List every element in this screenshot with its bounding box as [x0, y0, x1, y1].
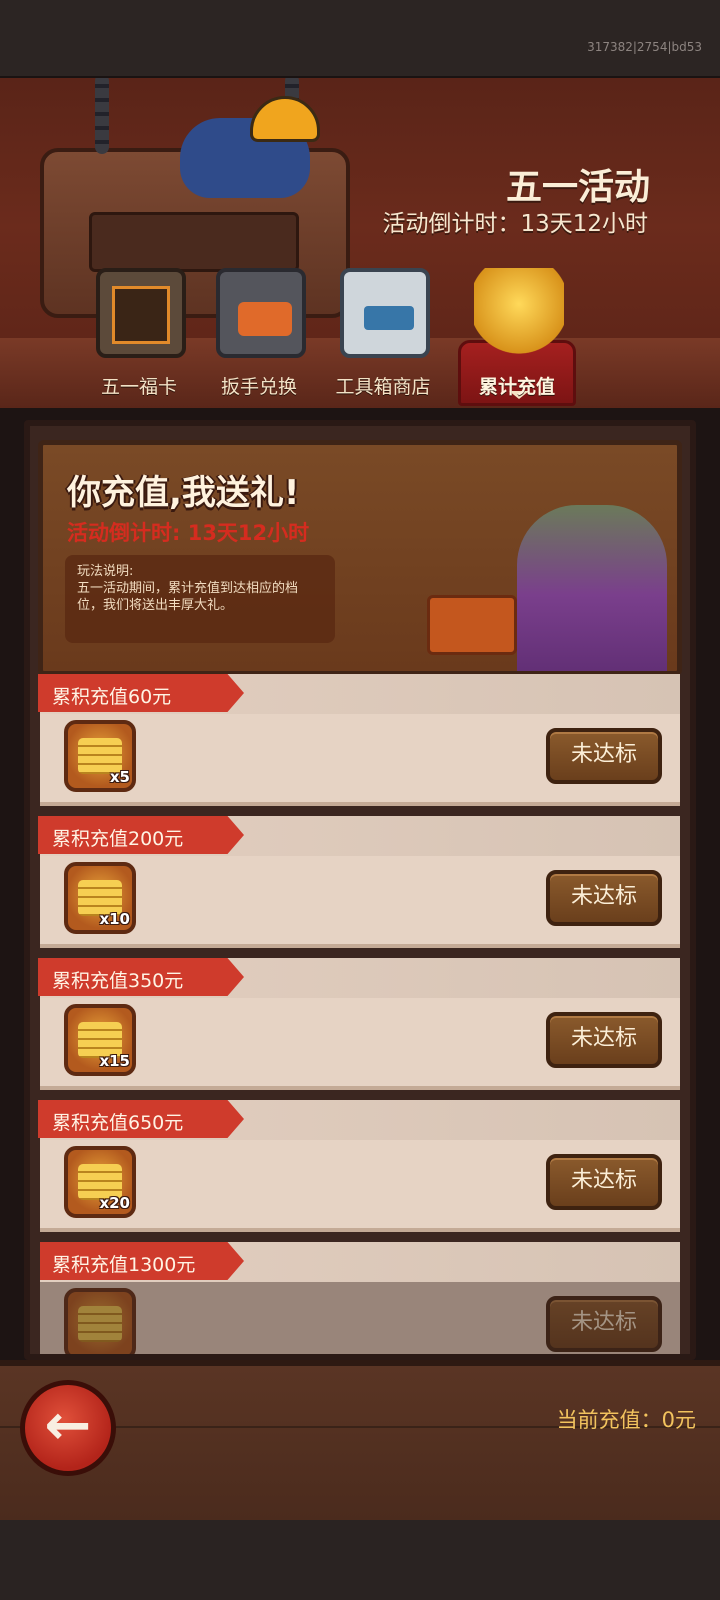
treasure-chest-icon [427, 595, 517, 655]
back-arrow-icon: ← [44, 1393, 92, 1458]
tier-tag: 累积充值200元 [38, 816, 244, 854]
row-header: 累积充值650元 [38, 1100, 680, 1140]
item-quantity: x20 [99, 1194, 130, 1212]
gold-bars-icon[interactable]: x10 [64, 862, 136, 934]
item-quantity: x5 [109, 768, 130, 786]
chain-decoration [95, 78, 109, 154]
rules-text: 五一活动期间，累计充值到达相应的档位，我们将送出丰厚大礼。 [77, 581, 299, 613]
gold-bars-icon[interactable]: x5 [64, 720, 136, 792]
row-header: 累积充值200元 [38, 816, 680, 856]
item-quantity: x10 [99, 910, 130, 928]
row-body: x15 未达标 [40, 998, 680, 1090]
tab-toolbox-shop[interactable]: 工具箱商店 [324, 268, 442, 408]
rules-heading: 玩法说明: [77, 564, 134, 579]
gold-bars-icon[interactable]: x20 [64, 1146, 136, 1218]
rules-box: 玩法说明: 五一活动期间，累计充值到达相应的档位，我们将送出丰厚大礼。 [65, 555, 335, 643]
tier-label: 累积充值200元 [52, 828, 184, 850]
banner-title: 你充值,我送礼! [67, 473, 300, 513]
status-button[interactable]: 未达标 [546, 1154, 662, 1210]
tab-label: 五一福卡 [100, 376, 177, 398]
tab-cumulative-recharge[interactable]: 累计充值 [458, 268, 576, 408]
build-id: 317382|2754|bd53 [587, 40, 702, 54]
merchant-figure [517, 505, 667, 671]
sign-plate [89, 212, 299, 272]
gold-trophy-icon [474, 268, 564, 358]
event-header: 五一活动 活动倒计时：13天12小时 五一福卡 扳手兑换 工具箱商店 累计充值 [0, 78, 720, 408]
event-countdown: 活动倒计时：13天12小时 [382, 211, 648, 237]
row-header: 累积充值60元 [38, 674, 680, 714]
row-body: x5 未达标 [40, 714, 680, 806]
tier-label: 累积充值350元 [52, 970, 184, 992]
reward-row: 累积充值60元 x5 未达标 [38, 674, 680, 806]
tier-tag: 累积充值60元 [38, 674, 244, 712]
status-button[interactable]: 未达标 [546, 1012, 662, 1068]
current-charge: 当前充值：0元 [556, 1408, 696, 1432]
system-nav-bar [0, 1520, 720, 1600]
tab-wrench-exchange[interactable]: 扳手兑换 [200, 268, 318, 408]
gold-bars-icon[interactable]: x15 [64, 1004, 136, 1076]
tier-tag: 累积充值1300元 [40, 1242, 244, 1280]
hardhat-icon [250, 96, 320, 142]
banner-countdown: 活动倒计时: 13天12小时 [67, 521, 310, 545]
row-header: 累积充值350元 [38, 958, 680, 998]
item-quantity: x15 [99, 1052, 130, 1070]
tab-label: 累计充值 [478, 376, 555, 398]
merchant-illustration [377, 475, 677, 671]
card-box-icon [96, 268, 186, 358]
reward-row: 累积充值200元 x10 未达标 [38, 816, 680, 948]
tier-label: 累积充值1300元 [52, 1254, 196, 1276]
top-status-bar: 317382|2754|bd53 [0, 0, 720, 78]
recharge-banner: 你充值,我送礼! 活动倒计时: 13天12小时 玩法说明: 五一活动期间，累计充… [38, 440, 682, 676]
status-button[interactable]: 未达标 [546, 1296, 662, 1352]
tier-label: 累积充值650元 [52, 1112, 184, 1134]
row-body: 未达标 [40, 1282, 680, 1354]
tab-labor-day-card[interactable]: 五一福卡 [80, 268, 198, 408]
reward-row: 累积充值350元 x15 未达标 [38, 958, 680, 1090]
tier-tag: 累积充值350元 [38, 958, 244, 996]
tier-label: 累积充值60元 [52, 686, 172, 708]
tab-label: 扳手兑换 [220, 376, 297, 398]
reward-row: 累积充值650元 x20 未达标 [38, 1100, 680, 1232]
tier-tag: 累积充值650元 [38, 1100, 244, 1138]
row-body: x20 未达标 [40, 1140, 680, 1232]
page-title: 五一活动 [505, 167, 650, 208]
tab-label: 工具箱商店 [335, 376, 431, 398]
wrench-chest-icon [216, 268, 306, 358]
toolbox-icon [340, 268, 430, 358]
back-button[interactable]: ← [20, 1380, 116, 1476]
gold-bars-icon[interactable] [64, 1288, 136, 1354]
status-button[interactable]: 未达标 [546, 728, 662, 784]
row-body: x10 未达标 [40, 856, 680, 948]
status-button[interactable]: 未达标 [546, 870, 662, 926]
reward-row: 累积充值1300元 未达标 [40, 1242, 680, 1354]
row-header: 累积充值1300元 [40, 1242, 680, 1282]
